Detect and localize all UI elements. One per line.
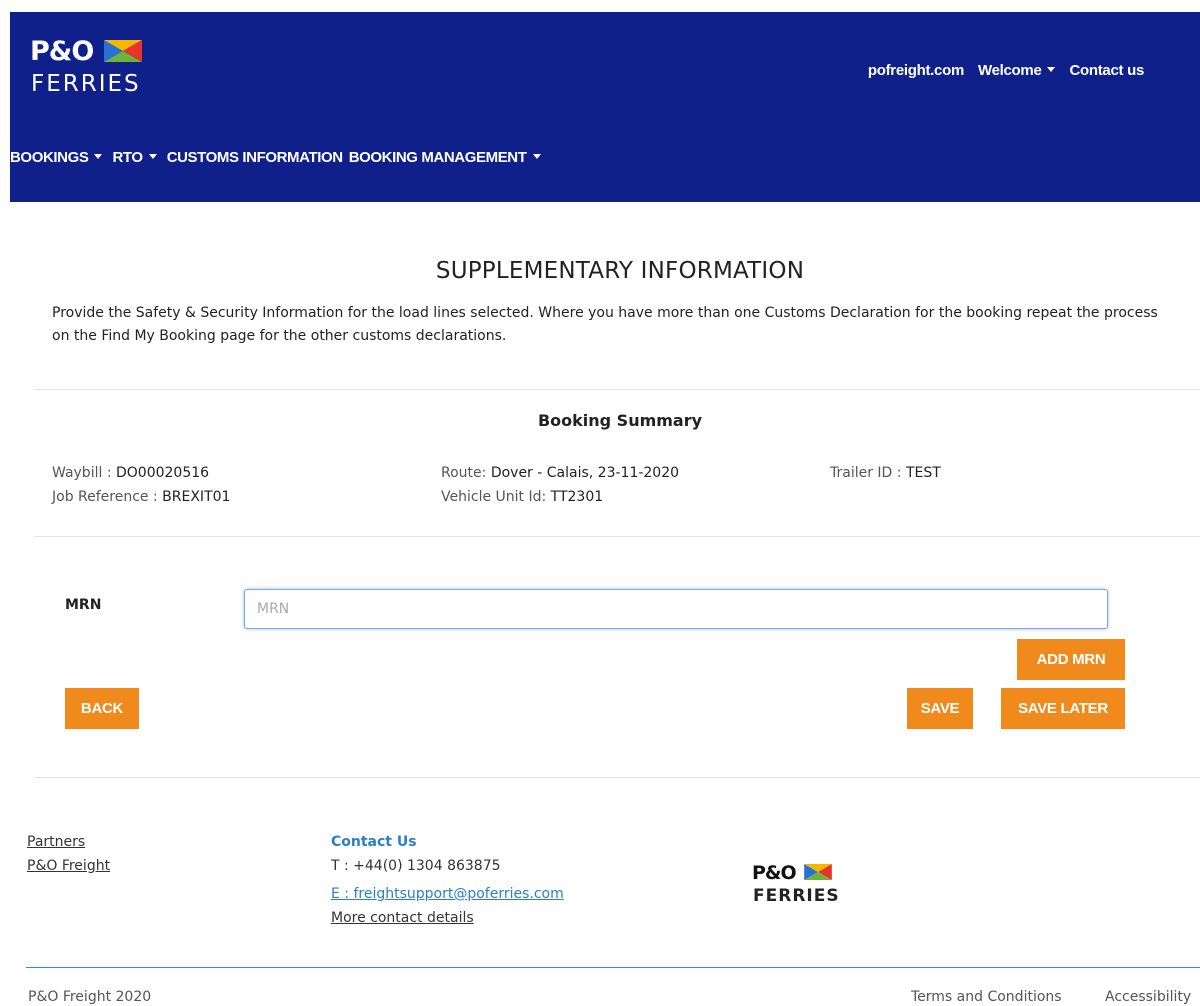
po-freight-link[interactable]: P&O Freight xyxy=(27,858,110,874)
job-reference-field: Job Reference : BREXIT01 xyxy=(52,489,230,505)
caret-down-icon xyxy=(1047,66,1056,72)
footer-po-ferries-logo: P&O FERRIES xyxy=(752,862,872,922)
welcome-dropdown[interactable]: Welcome xyxy=(978,62,1056,79)
trailer-id-value: TEST xyxy=(905,465,941,481)
route-label: Route: xyxy=(441,465,491,481)
more-contact-details-link[interactable]: More contact details xyxy=(331,910,474,926)
flag-icon xyxy=(104,40,142,62)
nav-rto[interactable]: RTO xyxy=(112,149,157,166)
caret-down-icon xyxy=(94,153,103,159)
phone-number: T : +44(0) 1304 863875 xyxy=(331,858,501,874)
email-link[interactable]: E : freightsupport@poferries.com xyxy=(331,886,564,902)
partners-link[interactable]: Partners xyxy=(27,834,85,850)
divider xyxy=(34,536,1200,537)
waybill-label: Waybill : xyxy=(52,465,116,481)
add-mrn-button[interactable]: ADD MRN xyxy=(1017,639,1125,680)
back-button[interactable]: BACK xyxy=(65,688,139,729)
vehicle-unit-field: Vehicle Unit Id: TT2301 xyxy=(441,489,603,505)
waybill-value: DO00020516 xyxy=(115,465,210,481)
divider xyxy=(34,389,1200,390)
terms-link[interactable]: Terms and Conditions xyxy=(911,989,1062,1005)
footer-logo-ferries-text: FERRIES xyxy=(753,886,840,906)
nav-rto-label: RTO xyxy=(112,149,143,166)
logo-po-text: P&O xyxy=(30,36,94,67)
nav-booking-management-label: BOOKING MANAGEMENT xyxy=(348,149,527,166)
nav-customs-information[interactable]: CUSTOMS INFORMATION xyxy=(167,149,343,166)
nav-bookings-label: BOOKINGS xyxy=(10,149,89,166)
route-value: Dover - Calais, 23-11-2020 xyxy=(490,465,680,481)
caret-down-icon xyxy=(532,153,541,159)
main-nav: BOOKINGS RTO CUSTOMS INFORMATION BOOKING… xyxy=(10,149,551,166)
divider xyxy=(34,777,1200,778)
welcome-label: Welcome xyxy=(978,62,1042,79)
contact-us-link[interactable]: Contact us xyxy=(1069,62,1144,79)
mrn-label: MRN xyxy=(65,597,102,613)
route-field: Route: Dover - Calais, 23-11-2020 xyxy=(441,465,679,481)
booking-summary-title: Booking Summary xyxy=(537,411,703,430)
trailer-id-field: Trailer ID : TEST xyxy=(830,465,941,481)
site-header: P&O FERRIES pofreight.com Welcome Contac… xyxy=(10,12,1200,202)
job-reference-label: Job Reference : xyxy=(52,489,163,505)
save-later-button[interactable]: SAVE LATER xyxy=(1001,688,1125,729)
trailer-id-label: Trailer ID : xyxy=(830,465,906,481)
po-ferries-logo[interactable]: P&O FERRIES xyxy=(30,36,180,110)
footer-rule xyxy=(26,967,1200,968)
nav-bookings[interactable]: BOOKINGS xyxy=(10,149,103,166)
page-title: SUPPLEMENTARY INFORMATION xyxy=(435,258,805,284)
save-button[interactable]: SAVE xyxy=(907,688,973,729)
copyright-text: P&O Freight 2020 xyxy=(28,989,152,1005)
top-links: pofreight.com Welcome Contact us xyxy=(868,62,1144,79)
intro-text: Provide the Safety & Security Informatio… xyxy=(52,305,1158,344)
vehicle-unit-label: Vehicle Unit Id: xyxy=(441,489,551,505)
job-reference-value: BREXIT01 xyxy=(162,489,231,505)
logo-ferries-text: FERRIES xyxy=(31,71,141,97)
flag-icon xyxy=(804,864,832,880)
contact-us-heading: Contact Us xyxy=(331,834,417,850)
waybill-field: Waybill : DO00020516 xyxy=(52,465,209,481)
pofreight-link[interactable]: pofreight.com xyxy=(868,62,964,79)
caret-down-icon xyxy=(148,153,157,159)
mrn-input[interactable] xyxy=(244,589,1108,629)
accessibility-link[interactable]: Accessibility xyxy=(1105,989,1191,1005)
nav-booking-management[interactable]: BOOKING MANAGEMENT xyxy=(349,149,541,166)
vehicle-unit-value: TT2301 xyxy=(550,489,604,505)
footer-logo-po-text: P&O xyxy=(752,862,797,884)
